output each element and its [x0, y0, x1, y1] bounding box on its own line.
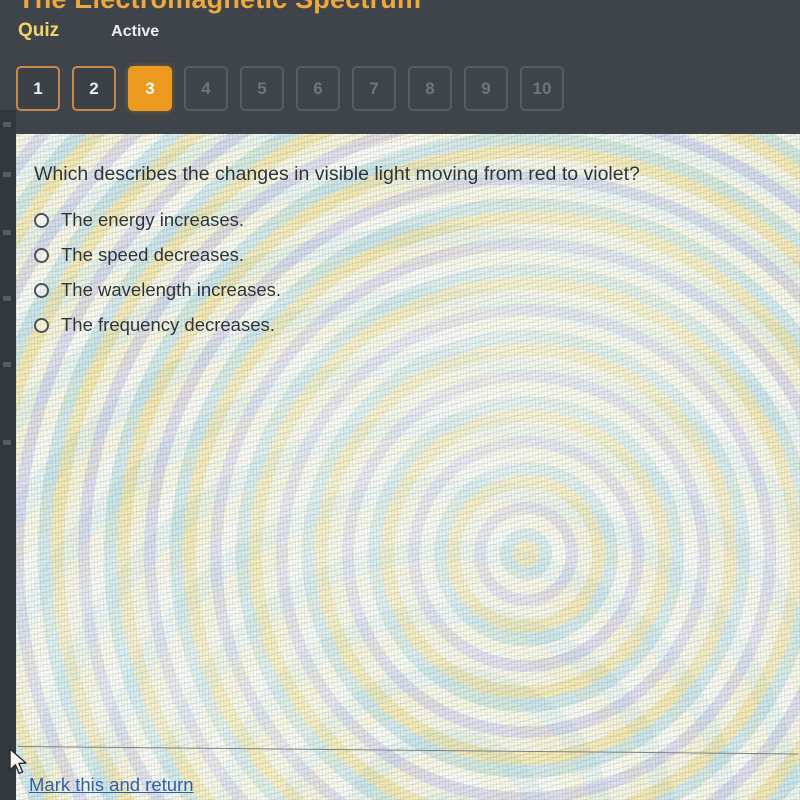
answer-choice-label: The frequency decreases. [61, 314, 275, 336]
left-rail [0, 110, 16, 800]
radio-button-icon[interactable] [34, 212, 49, 228]
question-number-button-2[interactable]: 2 [72, 66, 116, 111]
question-content: Which describes the changes in visible l… [16, 134, 800, 800]
quiz-status-label: Active [111, 23, 160, 40]
question-number-button-3[interactable]: 3 [128, 66, 172, 111]
answer-choice-label: The wavelength increases. [61, 279, 282, 301]
question-number-button-7: 7 [352, 66, 396, 111]
answer-choice-label: The speed decreases. [61, 244, 245, 266]
question-number-button-5: 5 [240, 66, 284, 111]
radio-button-icon[interactable] [34, 282, 49, 298]
radio-button-icon[interactable] [34, 247, 49, 263]
answer-choice[interactable]: The frequency decreases. [34, 314, 776, 336]
question-number-button-1[interactable]: 1 [16, 66, 60, 111]
answer-choice-label: The energy increases. [61, 209, 245, 231]
page-title: The Electromagnetic Spectrum [18, 0, 421, 15]
question-number-button-8: 8 [408, 66, 452, 111]
question-text: Which describes the changes in visible l… [34, 163, 640, 185]
question-number-button-4: 4 [184, 66, 228, 111]
answer-choice-list: The energy increases. The speed decreases… [34, 209, 776, 336]
quiz-meta-row: Quiz Active [18, 20, 159, 42]
mark-this-and-return-link[interactable]: Mark this and return [29, 774, 194, 796]
question-number-button-9: 9 [464, 66, 508, 111]
question-number-button-10: 10 [520, 66, 564, 111]
answer-choice[interactable]: The wavelength increases. [34, 279, 776, 301]
answer-choice[interactable]: The energy increases. [34, 209, 776, 231]
app-header: The Electromagnetic Spectrum Quiz Active… [0, 0, 800, 134]
radio-button-icon[interactable] [34, 317, 49, 333]
question-pager: 1 2 3 4 5 6 7 8 9 10 [16, 66, 564, 111]
quiz-label: Quiz [18, 20, 60, 41]
question-page: Which describes the changes in visible l… [16, 134, 800, 800]
question-number-button-6: 6 [296, 66, 340, 111]
screenshot-root: The Electromagnetic Spectrum Quiz Active… [0, 0, 800, 800]
answer-choice[interactable]: The speed decreases. [34, 244, 776, 266]
